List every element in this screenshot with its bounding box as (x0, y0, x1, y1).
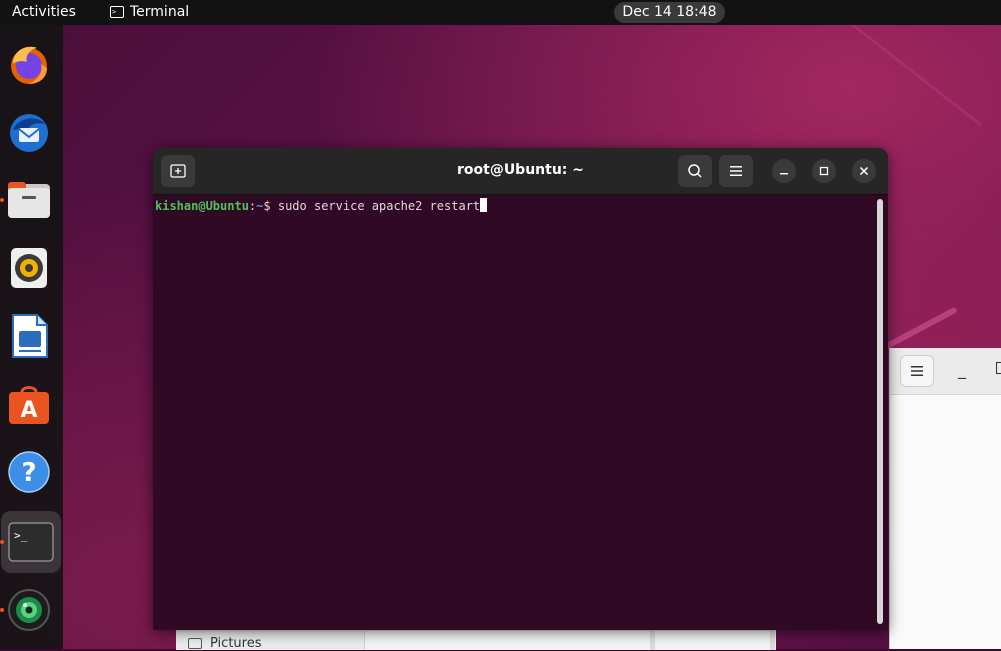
running-indicator (0, 608, 4, 612)
dock-item-webcam[interactable] (0, 587, 52, 633)
firefox-icon (11, 46, 47, 84)
thunderbird-icon (10, 114, 48, 152)
files-window-bottom: Pictures (176, 630, 776, 651)
terminal-prompt-line: kishan@Ubuntu:~$ sudo service apache2 re… (155, 198, 488, 213)
files-minimize-button[interactable]: _ (958, 360, 966, 379)
terminal-icon: > (110, 6, 124, 18)
app-menu-label: Terminal (130, 4, 190, 20)
scrollbar[interactable] (877, 199, 883, 624)
prompt-user: kishan@Ubuntu (155, 199, 249, 213)
search-icon (688, 164, 702, 178)
ubuntu-software-icon: A (9, 386, 49, 424)
close-icon (859, 166, 869, 176)
dock-item-rhythmbox[interactable] (6, 245, 52, 291)
minimize-icon (780, 173, 788, 175)
column-divider (770, 631, 775, 650)
maximize-button[interactable] (812, 159, 836, 183)
search-button[interactable] (678, 155, 712, 187)
running-indicator (0, 198, 4, 202)
files-headerbar: _ (890, 348, 1001, 395)
dock-item-firefox[interactable] (6, 41, 52, 87)
svg-text:>_: >_ (14, 529, 28, 542)
files-maximize-button[interactable] (996, 362, 1001, 374)
dock-item-writer[interactable] (6, 313, 52, 359)
pictures-icon (188, 638, 202, 649)
terminal-output[interactable]: kishan@Ubuntu:~$ sudo service apache2 re… (153, 195, 888, 630)
files-window[interactable]: _ (889, 348, 1001, 649)
running-indicator (0, 540, 4, 544)
dock-item-thunderbird[interactable] (6, 109, 52, 155)
menu-button[interactable] (719, 155, 753, 187)
help-icon: ? (8, 451, 50, 493)
svg-text:A: A (20, 398, 37, 423)
dock-item-files[interactable] (0, 177, 52, 223)
close-button[interactable] (852, 159, 876, 183)
app-menu[interactable]: > Terminal (110, 4, 189, 20)
text-cursor (480, 198, 488, 212)
column-divider (650, 631, 655, 650)
top-bar: Activities > Terminal Dec 14 18:48 (0, 0, 1001, 25)
terminal-window[interactable]: root@Ubuntu: ~ kishan@Ubuntu:~$ sudo ser… (153, 148, 888, 630)
files-sidebar: Pictures (176, 631, 365, 651)
terminal-headerbar: root@Ubuntu: ~ (153, 148, 888, 195)
files-menu-button[interactable] (900, 355, 934, 387)
webcam-icon (8, 589, 50, 631)
dock-item-terminal[interactable]: >_ (0, 511, 61, 573)
dock-item-software[interactable]: A (6, 381, 52, 427)
minimize-button[interactable] (772, 159, 796, 183)
files-icon (8, 182, 50, 218)
dock-item-help[interactable]: ? (6, 449, 52, 495)
hamburger-icon (911, 366, 923, 376)
wallpaper-streak (884, 306, 958, 350)
terminal-icon: >_ (8, 522, 54, 562)
prompt-symbol: $ (263, 199, 271, 213)
clock[interactable]: Dec 14 18:48 (614, 2, 725, 23)
activities-button[interactable]: Activities (12, 4, 76, 20)
command-text: sudo service apache2 restart (270, 199, 481, 213)
maximize-icon (819, 166, 829, 176)
svg-text:?: ? (21, 458, 36, 488)
libreoffice-writer-icon (12, 314, 48, 358)
dock: A ? >_ (0, 25, 63, 649)
hamburger-icon (730, 166, 742, 176)
rhythmbox-icon (11, 248, 47, 288)
